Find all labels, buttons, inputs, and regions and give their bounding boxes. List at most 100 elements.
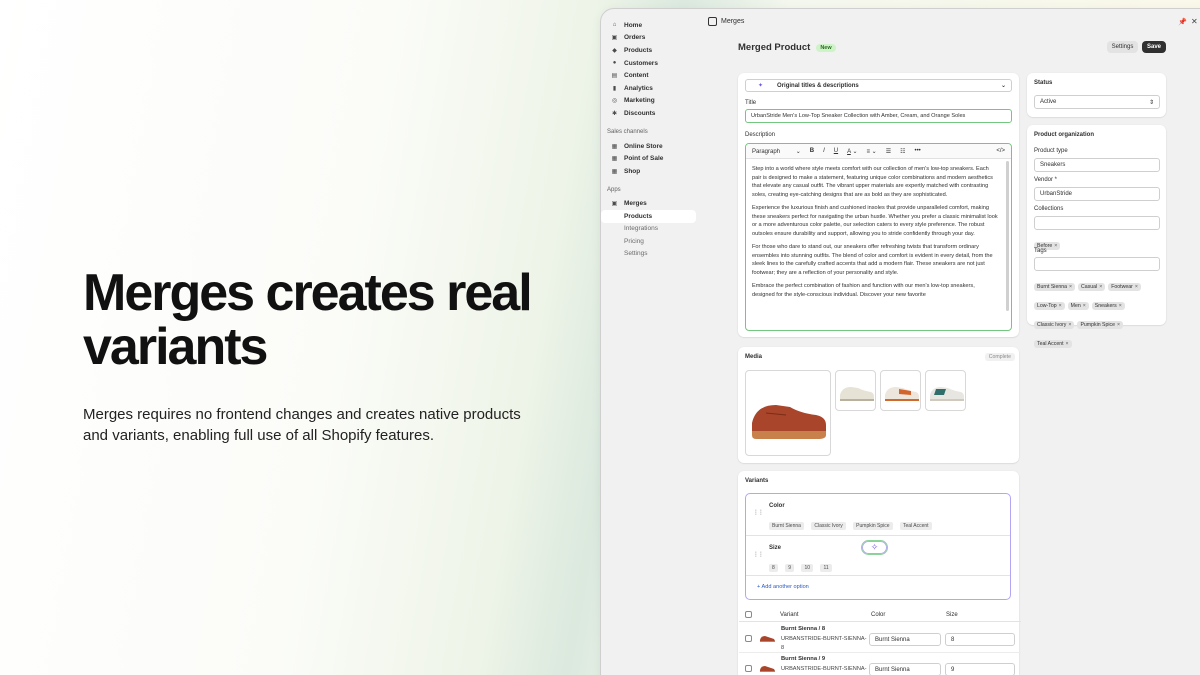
app-window: ⌂ Home ▣ Orders ◆ Products ● Customers ▤ Cont… [600,8,1200,675]
remove-icon[interactable]: × [1117,322,1120,328]
app-topbar: Merges [700,9,1200,33]
format-select[interactable]: Paragraph ⌄ [752,148,801,155]
save-button[interactable]: Save [1142,41,1166,53]
sidebar-item-customers[interactable]: ● Customers [601,57,700,70]
description-text[interactable]: Step into a world where style meets comf… [746,159,1011,330]
drag-handle-icon[interactable]: ⋮⋮ [753,551,764,558]
merges-icon: ▣ [611,201,618,208]
media-thumb-pumpkin[interactable] [880,370,921,411]
product-type-label: Product type [1034,148,1068,154]
row-checkbox[interactable] [745,635,752,642]
status-select[interactable]: Active ⇕ [1034,95,1160,109]
title-input[interactable]: UrbanStride Men's Low-Top Sneaker Collec… [745,109,1012,123]
align-button[interactable]: ≡ ⌄ [866,148,876,155]
variant-size-input[interactable]: 8 [945,633,1015,646]
bullet-list-button[interactable]: ☰ [886,148,891,155]
sidebar-subitem-pricing[interactable]: Pricing [601,235,700,248]
sidebar-subitem-integrations[interactable]: Integrations [601,223,700,236]
tag-chip[interactable]: Burnt Sienna × [1034,283,1076,291]
discount-icon: ✱ [611,110,618,117]
tag-chip[interactable]: Sneakers × [1091,302,1125,310]
sidebar-item-home[interactable]: ⌂ Home [601,19,700,32]
target-icon: ◎ [611,98,618,105]
option-value-chip: Teal Accent [899,522,932,530]
row-checkbox[interactable] [745,665,752,672]
remove-icon[interactable]: × [1135,284,1138,290]
remove-icon[interactable]: × [1068,322,1071,328]
settings-button[interactable]: Settings [1107,41,1138,53]
add-option-link[interactable]: + Add another option [757,584,809,590]
content-icon: ▤ [611,73,618,80]
hero: Merges creates real variants Merges requ… [83,266,553,446]
media-thumb-teal[interactable] [925,370,966,411]
sidebar-item-discounts[interactable]: ✱ Discounts [601,107,700,120]
remove-icon[interactable]: × [1066,341,1069,347]
remove-icon[interactable]: × [1059,303,1062,309]
collections-input[interactable] [1034,216,1160,230]
sidebar-item-content[interactable]: ▤ Content [601,69,700,82]
merges-icon [708,16,717,26]
pin-icon[interactable]: 📌 [1178,18,1187,26]
drag-handle-icon[interactable]: ⋮⋮ [753,509,764,516]
tag-chip[interactable]: Teal Accent × [1034,340,1072,348]
tag-chip[interactable]: Men × [1067,302,1089,310]
variant-color-input[interactable]: Burnt Sienna [869,663,941,675]
sidebar-subitem-products[interactable]: Products [601,210,696,223]
variants-table-header: Variant Color Size [739,609,1021,622]
variant-size-input[interactable]: 9 [945,663,1015,675]
sidebar-item-analytics[interactable]: ▮ Analytics [601,82,700,95]
tag-chip[interactable]: Casual × [1078,283,1106,291]
sidebar-item-online-store[interactable]: ▦ Online Store [601,140,700,153]
option-color[interactable]: ⋮⋮ Color Burnt Sienna Classic Ivory Pump… [746,494,1010,536]
product-organization-card: Product organization Product type Sneake… [1027,125,1166,348]
remove-icon[interactable]: × [1069,284,1072,290]
variant-color-input[interactable]: Burnt Sienna [869,633,941,646]
sidebar-item-point-of-sale[interactable]: ▦ Point of Sale [601,152,700,165]
tag-chip[interactable]: Footwear × [1108,283,1141,291]
sidebar-item-products[interactable]: ◆ Products [601,44,700,57]
description-editor[interactable]: Paragraph ⌄ B I U A ⌄ ≡ ⌄ ☰ ☷ ••• </> St… [745,143,1012,331]
media-thumb-ivory[interactable] [835,370,876,411]
chevron-down-icon: ⌄ [871,148,877,155]
description-label: Description [745,132,776,138]
numbered-list-icon: ☷ [900,148,906,155]
collections-label: Collections [1034,206,1064,212]
option-name: Size [769,545,782,551]
sidebar-item-merges[interactable]: ▣ Merges [601,198,700,211]
media-main-image[interactable] [745,370,831,456]
tag-chip[interactable]: Classic Ivory × [1034,321,1075,329]
sidebar-item-shop[interactable]: ▦ Shop [601,165,700,178]
vendor-input[interactable]: UrbanStride [1034,187,1160,201]
product-type-input[interactable]: Sneakers [1034,158,1160,172]
select-all-checkbox[interactable] [745,611,752,618]
status-badge: New [816,43,836,52]
remove-icon[interactable]: × [1119,303,1122,309]
remove-icon[interactable]: × [1083,303,1086,309]
ai-sparkle-button[interactable]: ✧ [861,540,888,555]
tags-input[interactable] [1034,257,1160,271]
table-row[interactable]: Burnt Sienna / 8 URBANSTRIDE-BURNT-SIENN… [739,623,1021,653]
text-color-button[interactable]: A ⌄ [847,148,857,155]
column-header-variant: Variant [780,612,799,618]
source-select[interactable]: ✦ Original titles & descriptions ⌄ [745,79,1012,92]
sidebar-item-orders[interactable]: ▣ Orders [601,32,700,45]
code-view-button[interactable]: </> [996,148,1005,154]
sidebar-item-marketing[interactable]: ◎ Marketing [601,95,700,108]
close-icon[interactable]: ✕ [1191,17,1198,26]
sidebar-subitem-settings[interactable]: Settings [601,248,700,261]
italic-button[interactable]: I [823,148,825,154]
table-row[interactable]: Burnt Sienna / 9 URBANSTRIDE-BURNT-SIENN… [739,653,1021,675]
tag-chip[interactable]: Pumpkin Spice × [1077,321,1124,329]
remove-icon[interactable]: × [1054,243,1057,249]
numbered-list-button[interactable]: ☷ [900,148,905,155]
bold-button[interactable]: B [810,148,814,154]
chevron-down-icon: ⌄ [852,148,858,155]
variant-name: Burnt Sienna / 9 [781,656,826,662]
more-button[interactable]: ••• [914,148,920,154]
remove-icon[interactable]: × [1099,284,1102,290]
status-card: Status Active ⇕ [1027,73,1166,117]
pos-icon: ▦ [611,156,618,163]
underline-button[interactable]: U [834,148,838,154]
editor-scrollbar[interactable] [1006,161,1009,311]
tag-chip[interactable]: Low-Top × [1034,302,1065,310]
